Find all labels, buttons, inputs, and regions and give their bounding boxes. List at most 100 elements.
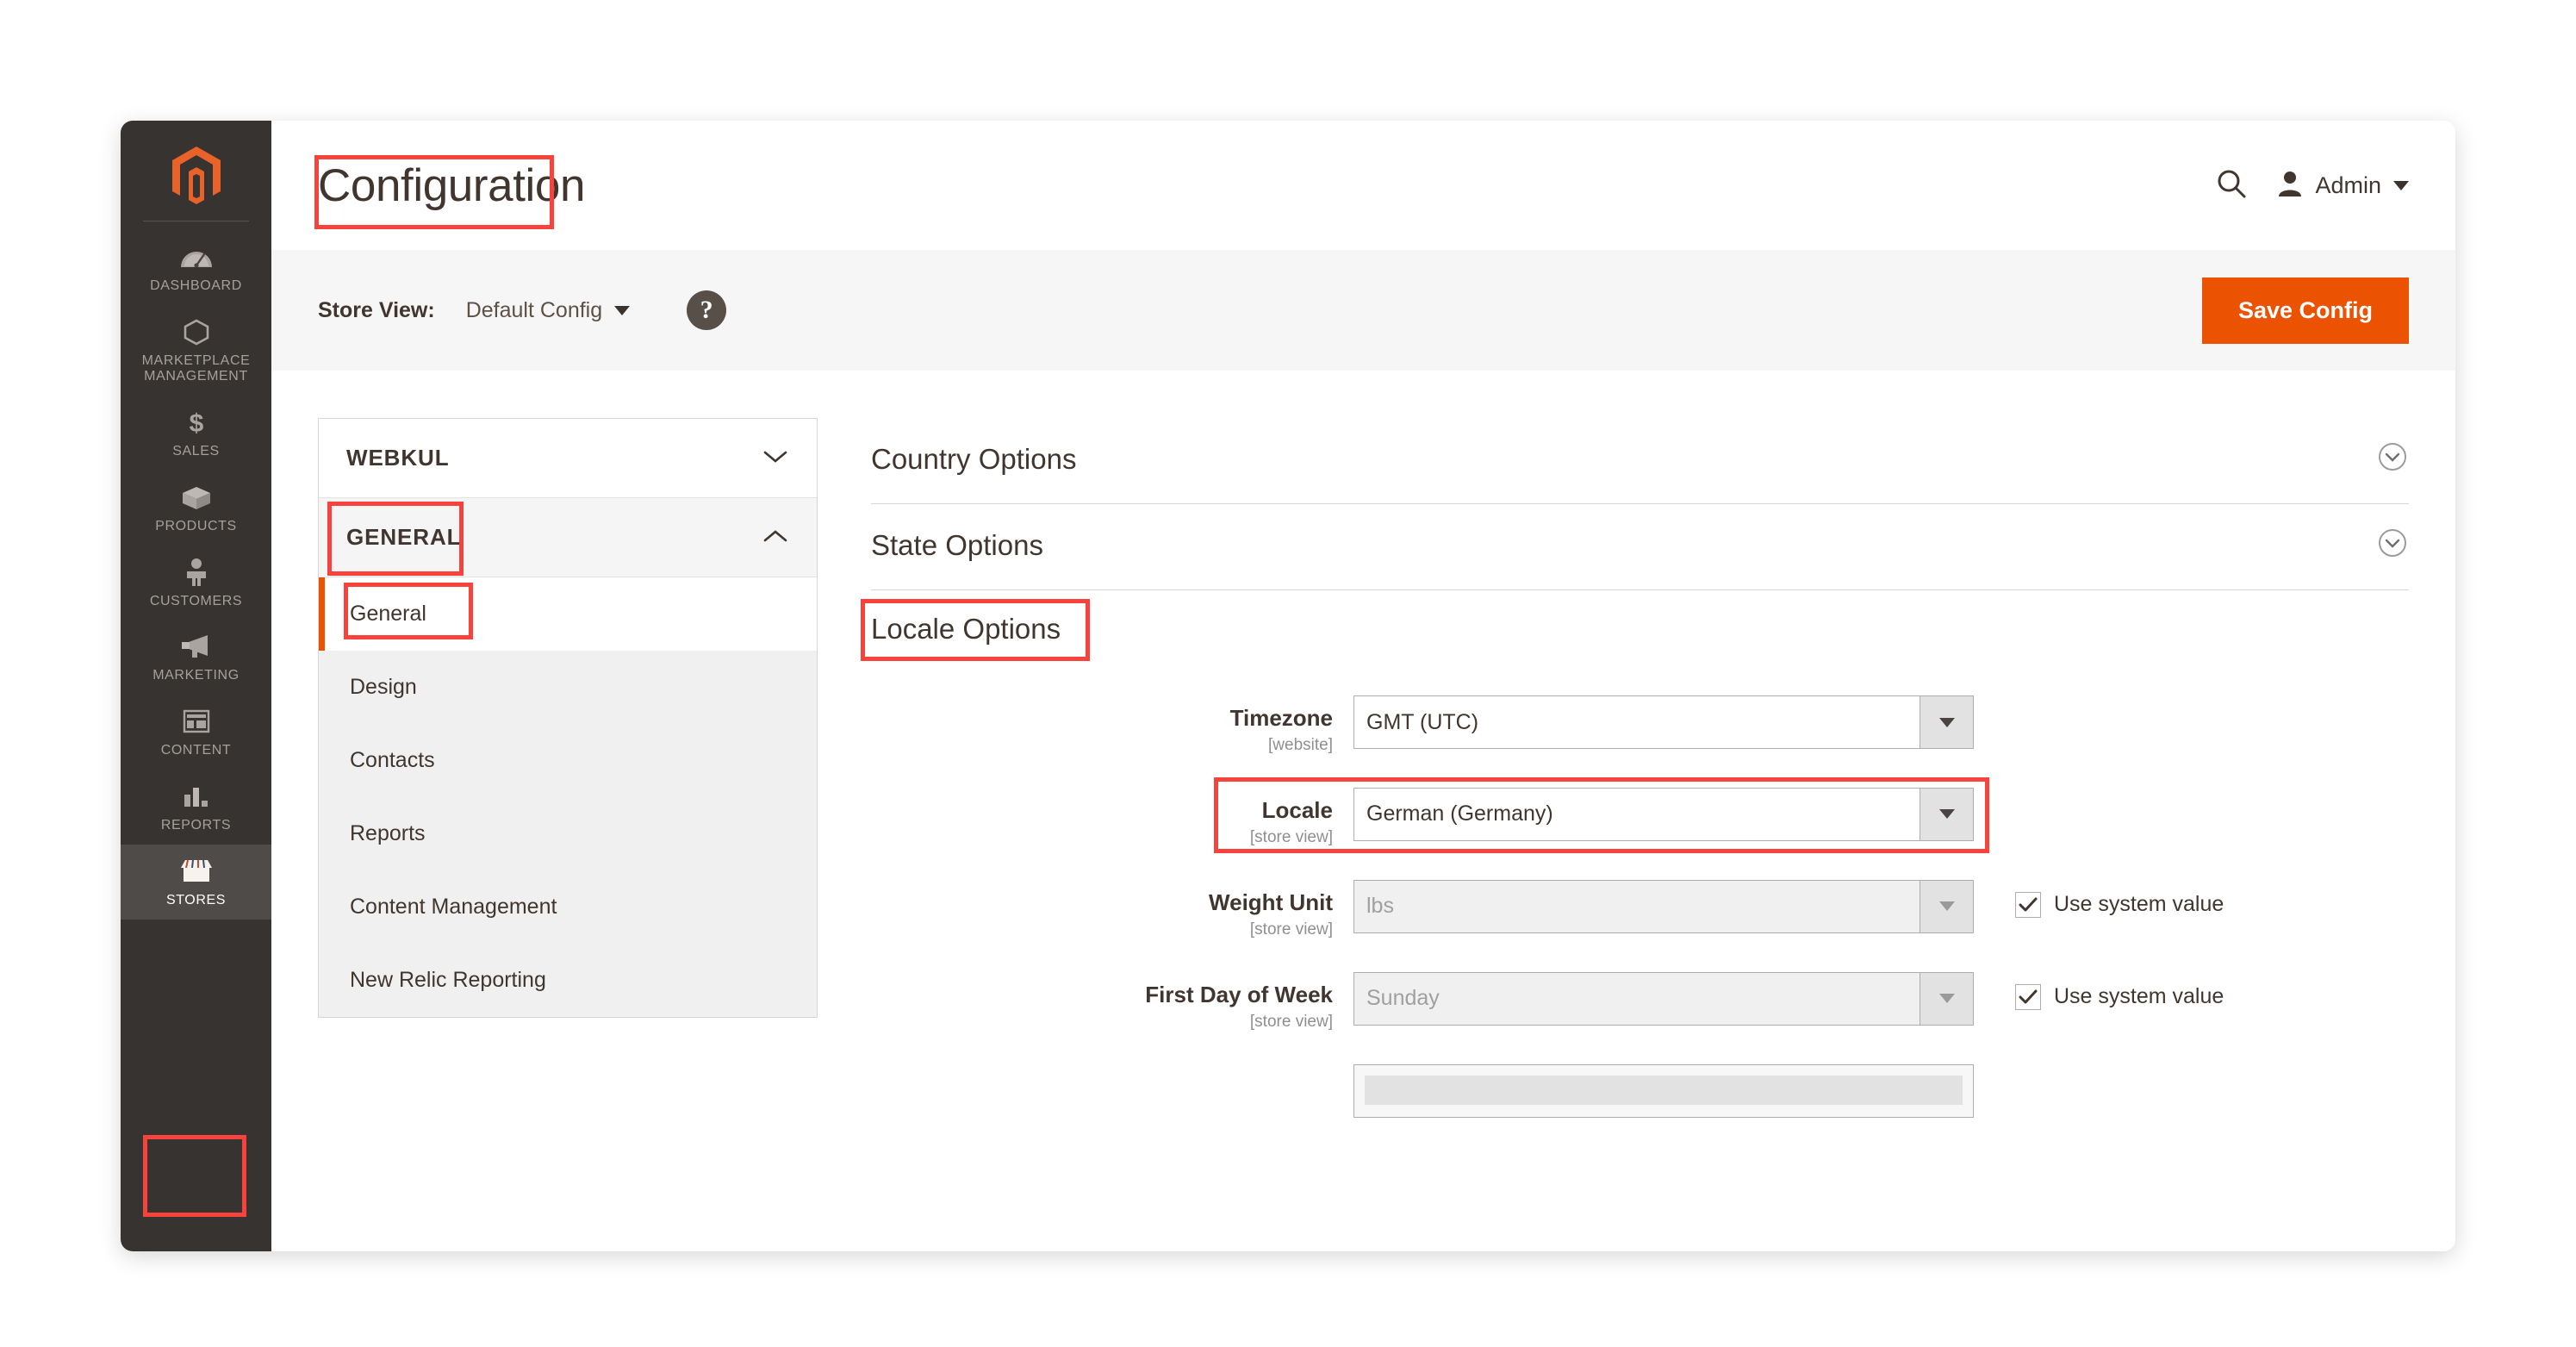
products-box-icon xyxy=(179,482,214,513)
first-day-of-week-use-system-value[interactable]: Use system value xyxy=(2015,972,2224,1010)
weekend-days-multiselect[interactable] xyxy=(1353,1063,1974,1118)
field-label-col: Timezone [website] xyxy=(871,695,1353,755)
config-sub-item-label: Design xyxy=(350,675,417,699)
chevron-up-icon xyxy=(762,524,789,551)
store-view-bar: Store View: Default Config ? Save Config xyxy=(271,250,2455,371)
sidebar-item-stores[interactable]: STORES xyxy=(121,845,271,920)
reports-barchart-icon xyxy=(181,781,212,812)
sidebar-item-customers[interactable]: CUSTOMERS xyxy=(121,546,271,620)
sidebar-item-marketplace-management[interactable]: MARKETPLACE MANAGEMENT xyxy=(121,305,271,396)
config-sub-item-general[interactable]: General xyxy=(319,577,817,651)
locale-select[interactable]: German (Germany) xyxy=(1353,787,1974,841)
field-first-day-of-week: First Day of Week [store view] Sunday Us… xyxy=(871,971,2409,1032)
sidebar-item-label: SALES xyxy=(172,443,220,458)
use-system-value-label: Use system value xyxy=(2054,984,2224,1009)
chevron-down-icon xyxy=(614,305,631,315)
stores-shop-icon xyxy=(178,856,215,887)
question-mark-icon[interactable]: ? xyxy=(687,290,727,330)
config-sub-item-new-relic-reporting[interactable]: New Relic Reporting xyxy=(319,944,817,1017)
annotation-box-stores xyxy=(143,1135,246,1217)
locale-options-fieldset: Timezone [website] GMT (UTC) Locale [sto… xyxy=(871,658,2409,1118)
chevron-down-icon xyxy=(2393,180,2409,190)
config-group-general[interactable]: GENERAL xyxy=(319,498,817,577)
chevron-down-icon xyxy=(1920,972,1973,1025)
field-label: Timezone xyxy=(1229,705,1333,731)
field-scope: [website] xyxy=(1268,735,1333,754)
config-sub-item-design[interactable]: Design xyxy=(319,651,817,724)
sidebar-item-marketing[interactable]: MARKETING xyxy=(121,620,271,695)
header-actions: Admin xyxy=(2215,167,2409,204)
section-locale-options[interactable]: Locale Options xyxy=(861,590,2409,661)
checkbox-checked-icon[interactable] xyxy=(2015,891,2041,918)
field-scope: [store view] xyxy=(1249,920,1333,939)
sidebar-item-label: CONTENT xyxy=(160,743,232,758)
field-weight-unit: Weight Unit [store view] lbs Use system … xyxy=(871,879,2409,939)
checkbox-checked-icon[interactable] xyxy=(2015,983,2041,1010)
svg-text:$: $ xyxy=(189,409,203,437)
admin-user-menu[interactable]: Admin xyxy=(2277,170,2409,202)
use-system-value-label: Use system value xyxy=(2054,892,2224,917)
admin-window: DASHBOARD MARKETPLACEMANAGEMENT $ SALES xyxy=(121,121,2455,1251)
marketing-megaphone-icon xyxy=(178,631,215,662)
field-scope: [store view] xyxy=(1249,827,1333,846)
search-icon[interactable] xyxy=(2215,167,2248,204)
weight-unit-select[interactable]: lbs xyxy=(1353,879,1974,933)
field-weekend-days-partial xyxy=(871,1063,2409,1118)
sidebar-item-dashboard[interactable]: DASHBOARD xyxy=(121,230,271,305)
config-sub-item-content-management[interactable]: Content Management xyxy=(319,870,817,944)
config-nav-panel: WEBKUL GENERAL General Design Contacts R… xyxy=(318,418,818,1018)
section-title: Locale Options xyxy=(871,613,1061,645)
sidebar-item-label: CUSTOMERS xyxy=(149,593,243,608)
field-label-col: Weight Unit [store view] xyxy=(871,880,1353,939)
sidebar-item-sales[interactable]: $ SALES xyxy=(121,396,271,471)
weight-unit-use-system-value[interactable]: Use system value xyxy=(2015,880,2224,918)
page-title: Configuration xyxy=(318,159,586,211)
field-scope: [store view] xyxy=(1249,1012,1333,1031)
field-label: Weight Unit xyxy=(1209,889,1333,915)
chevron-down-icon xyxy=(1920,880,1973,932)
sidebar-item-label: DASHBOARD xyxy=(150,278,242,293)
first-day-of-week-value: Sunday xyxy=(1366,986,1440,1011)
save-config-button[interactable]: Save Config xyxy=(2201,277,2409,344)
config-sub-item-label: Reports xyxy=(350,821,426,845)
section-state-options[interactable]: State Options xyxy=(871,504,2409,590)
chevron-down-icon xyxy=(1920,788,1973,840)
field-label-col xyxy=(871,1064,1353,1075)
config-sub-item-contacts[interactable]: Contacts xyxy=(319,724,817,797)
section-title: State Options xyxy=(871,528,1043,561)
field-label: Locale xyxy=(1261,796,1333,823)
page-header: Configuration Admin xyxy=(271,121,2455,250)
sidebar-item-products[interactable]: PRODUCTS xyxy=(121,471,271,546)
section-country-options[interactable]: Country Options xyxy=(871,418,2409,504)
config-sub-item-reports[interactable]: Reports xyxy=(319,797,817,870)
weight-unit-value: lbs xyxy=(1366,894,1394,919)
store-view-select[interactable]: Default Config xyxy=(465,297,631,323)
field-label-col: First Day of Week [store view] xyxy=(871,972,1353,1032)
chevron-down-icon xyxy=(762,445,789,471)
chevron-down-icon xyxy=(1920,696,1973,748)
config-group-webkul[interactable]: WEBKUL xyxy=(319,419,817,498)
config-sub-item-label: Content Management xyxy=(350,895,557,919)
sidebar-item-label: PRODUCTS xyxy=(155,518,237,533)
sidebar-item-label: REPORTS xyxy=(160,818,232,833)
sidebar-item-reports[interactable]: REPORTS xyxy=(121,770,271,845)
config-group-label: WEBKUL xyxy=(346,445,450,471)
timezone-select[interactable]: GMT (UTC) xyxy=(1353,695,1974,749)
locale-value: German (Germany) xyxy=(1366,801,1553,826)
customers-person-icon xyxy=(184,557,209,588)
first-day-of-week-select[interactable]: Sunday xyxy=(1353,971,1974,1026)
sidebar-item-label: MARKETING xyxy=(152,668,240,683)
config-group-label: GENERAL xyxy=(346,524,462,550)
magento-logo-icon[interactable] xyxy=(121,136,271,221)
main-pane: Configuration Admin Store View: Default … xyxy=(271,121,2455,1251)
sidebar-item-label: MARKETPLACE MANAGEMENT xyxy=(141,352,251,384)
field-locale: Locale [store view] German (Germany) xyxy=(871,776,2409,853)
field-label: First Day of Week xyxy=(1145,981,1333,1007)
multiselect-option-row xyxy=(1365,1075,1963,1105)
store-view-value: Default Config xyxy=(465,297,603,322)
admin-user-name: Admin xyxy=(2315,171,2381,198)
timezone-value: GMT (UTC) xyxy=(1366,709,1479,734)
sidebar-item-content[interactable]: CONTENT xyxy=(121,695,271,770)
marketplace-hexagon-icon xyxy=(182,316,211,347)
sales-dollar-icon: $ xyxy=(184,407,208,438)
